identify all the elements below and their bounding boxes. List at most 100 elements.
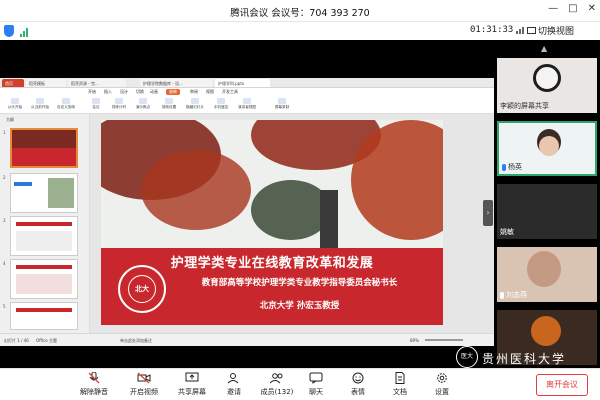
ribbon-screen-record[interactable]: 屏幕录制	[270, 98, 294, 112]
emoji-label: 表情	[351, 388, 365, 396]
menu-review[interactable]: 审阅	[190, 89, 198, 95]
slide-subtitle: 教育部高等学校护理学类专业教学指导委员会秘书长	[201, 278, 398, 288]
tab-docer[interactable]: 稻壳模板	[26, 79, 66, 87]
members-icon	[270, 373, 283, 384]
unmute-button[interactable]: 解除静音	[72, 372, 116, 397]
slide-thumbnail-3[interactable]	[10, 216, 78, 256]
start-video-button[interactable]: 开启视频	[122, 372, 166, 397]
leave-meeting-button[interactable]: 离开会议	[536, 374, 588, 396]
maximize-button[interactable]: □	[568, 3, 577, 14]
switch-view-label: 切换视图	[538, 27, 575, 37]
ppt-menubar: 开始 插入 设计 切换 动画 放映 审阅 视图 开发工具	[0, 88, 494, 96]
participant-tile[interactable]: 姚敏	[497, 184, 597, 239]
participant-name: 姚敏	[500, 227, 514, 237]
participant-tile[interactable]: 杨英	[497, 121, 597, 176]
ribbon-presenter-view[interactable]: 演讲者视图	[234, 98, 260, 112]
participant-name: 李颖的屏幕共享	[500, 101, 549, 111]
camera-off-icon	[137, 372, 151, 384]
thumb-preview	[16, 231, 72, 251]
menu-view[interactable]: 视图	[206, 89, 214, 95]
chat-icon	[309, 372, 323, 384]
hide-icon	[191, 98, 199, 104]
ribbon-from-current[interactable]: 从当前开始	[28, 98, 52, 112]
participant-face	[539, 136, 559, 156]
title-bar: 腾讯会议 会议号：704 393 270 — □ ✕	[0, 0, 600, 22]
notes-placeholder[interactable]: 单击此处添加备注	[120, 338, 152, 344]
invite-button[interactable]: 邀请	[212, 372, 256, 397]
meeting-icon	[92, 98, 100, 104]
minimize-button[interactable]: —	[548, 3, 558, 14]
menu-dev-tools[interactable]: 开发工具	[222, 89, 238, 95]
invite-label: 邀请	[227, 388, 241, 396]
tab-docer-resource[interactable]: 稻壳资源 - 完...	[68, 79, 126, 87]
ribbon-label: 演示焦点	[135, 105, 151, 109]
ribbon-meeting[interactable]: 会议	[88, 98, 104, 112]
ribbon-focus[interactable]: 演示焦点	[132, 98, 154, 112]
menu-insert[interactable]: 插入	[104, 89, 112, 95]
current-slide: 护理学类专业在线教育改革和发展 北大 教育部高等学校护理学类专业教学指导委员会秘…	[101, 120, 443, 325]
ppt-ribbon: 从头开始 从当前开始 自定义放映 会议 排练计时 演示焦点 放映设置 隐藏幻灯片…	[0, 96, 494, 114]
ribbon-phone-remote[interactable]: 手机遥控	[210, 98, 232, 112]
shield-icon[interactable]	[4, 25, 14, 37]
ribbon-label: 会议	[92, 105, 100, 109]
slide-thumbnail-2[interactable]	[10, 173, 78, 213]
focus-icon	[139, 98, 147, 104]
meeting-info-bar: 01:31:33 切换视图	[0, 22, 600, 40]
menu-animation[interactable]: 动画	[150, 89, 158, 95]
ribbon-show-settings[interactable]: 放映设置	[158, 98, 180, 112]
participant-tile[interactable]: 李颖的屏幕共享	[497, 58, 597, 113]
ribbon-label: 屏幕录制	[274, 105, 290, 109]
tab-database[interactable]: 护理学院数据库 - 设...	[140, 79, 212, 87]
tab-current-ppt[interactable]: 护理学科.pptx	[215, 79, 270, 87]
thumb-preview	[14, 182, 32, 186]
ribbon-rehearse[interactable]: 排练计时	[108, 98, 130, 112]
window-title: 腾讯会议 会议号：704 393 270	[230, 8, 370, 19]
share-screen-button[interactable]: 共享屏幕	[170, 372, 214, 397]
tab-home[interactable]: 首页	[2, 79, 24, 87]
documents-button[interactable]: 文档	[378, 372, 422, 397]
menu-transition[interactable]: 切换	[136, 89, 144, 95]
chat-button[interactable]: 聊天	[294, 372, 338, 397]
participant-avatar	[531, 316, 561, 346]
ribbon-hide-slide[interactable]: 隐藏幻灯片	[182, 98, 208, 112]
ribbon-from-start[interactable]: 从头开始	[4, 98, 26, 112]
invite-user-icon	[227, 373, 239, 384]
ribbon-label: 隐藏幻灯片	[186, 105, 204, 109]
slide-thumbnail-1[interactable]	[10, 128, 78, 168]
outline-header[interactable]: 大纲	[6, 117, 14, 123]
participant-name: 杨英	[502, 162, 522, 172]
ribbon-label: 排练计时	[111, 105, 127, 109]
list-icon	[62, 98, 70, 104]
settings-icon	[165, 98, 173, 104]
chevron-up-icon[interactable]: ▲	[541, 44, 547, 53]
slide-thumbnail-4[interactable]	[10, 259, 78, 299]
network-signal-icon[interactable]	[20, 27, 28, 37]
participant-name-label: 杨英	[508, 163, 522, 171]
theme-name: Office 主题	[36, 338, 57, 343]
emoji-button[interactable]: 表情	[336, 372, 380, 397]
ribbon-label: 放映设置	[161, 105, 177, 109]
menu-slideshow[interactable]: 放映	[166, 89, 180, 95]
ppt-status-bar: 幻灯片 1 / 46 Office 主题 单击此处添加备注 89%	[0, 333, 494, 346]
start-video-label: 开启视频	[130, 388, 158, 396]
participant-name: 刘态燕	[500, 290, 527, 300]
menu-design[interactable]: 设计	[120, 89, 128, 95]
share-screen-icon	[185, 372, 199, 382]
participant-tile[interactable]: 刘态燕	[497, 247, 597, 302]
zoom-level[interactable]: 89%	[410, 338, 419, 343]
switch-view-button[interactable]: 切换视图	[527, 24, 574, 37]
close-button[interactable]: ✕	[588, 3, 596, 14]
settings-button[interactable]: 设置	[420, 372, 464, 397]
thumb-preview	[16, 274, 72, 294]
slide-thumbnail-5[interactable]	[10, 302, 78, 330]
menu-home[interactable]: 开始	[88, 89, 96, 95]
settings-label: 设置	[435, 388, 449, 396]
boya-tower	[320, 190, 338, 250]
slide-speaker: 北京大学 孙宏玉教授	[259, 301, 340, 311]
panda-avatar	[533, 64, 561, 92]
side-panel-toggle-button[interactable]: ›	[483, 200, 493, 226]
chevron-right-icon: ›	[486, 208, 490, 217]
ribbon-custom-show[interactable]: 自定义放映	[54, 98, 78, 112]
zoom-slider[interactable]	[425, 339, 463, 341]
participant-name-label: 李颖的屏幕共享	[500, 102, 549, 110]
